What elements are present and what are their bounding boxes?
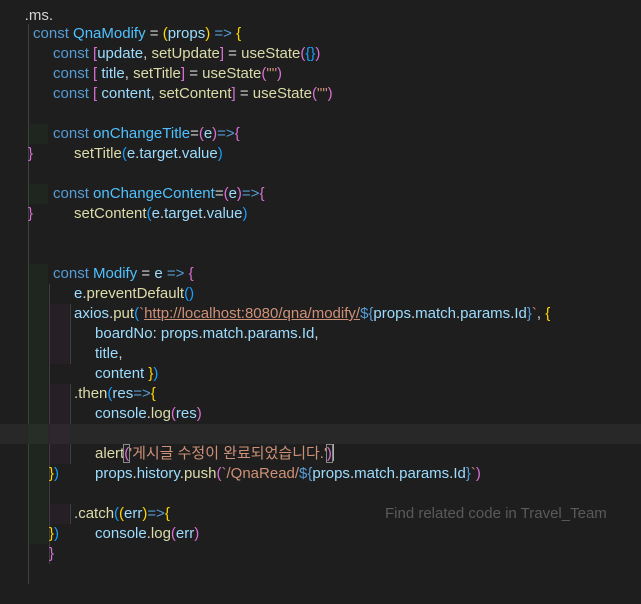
identifier: setTitle — [74, 145, 122, 162]
code-line: const Modify = e => { — [53, 265, 194, 282]
code-line: const QnaModify = (props) => { — [33, 25, 242, 42]
identifier: params — [460, 305, 511, 322]
code-line-current: alert('게시글 수정이 완료되었습니다.') Find related c… — [0, 424, 641, 522]
identifier: match — [354, 465, 395, 482]
identifier: props — [373, 305, 411, 322]
code-line: const onChangeContent=(e)=>{ — [53, 185, 265, 202]
code-line: setUpdate(res.data) — [0, 404, 228, 442]
code-line: title, — [0, 324, 123, 362]
code-line: setContent(e.target.value) — [0, 184, 247, 222]
code-line: } — [28, 205, 34, 222]
identifier: Id — [514, 305, 527, 322]
code-line: }) — [0, 464, 59, 484]
codelens-hint[interactable]: Find related code in Travel_Team — [385, 504, 607, 524]
code-line: content }) — [0, 344, 158, 382]
identifier: err — [175, 525, 195, 542]
code-editor[interactable]: .ms. const QnaModify = (props) => { cons… — [0, 0, 641, 585]
identifier: history — [136, 465, 180, 482]
identifier: match — [415, 305, 456, 322]
identifier: match — [202, 325, 244, 342]
string: "" — [317, 85, 328, 102]
code-line: setTitle(e.target.value) — [0, 124, 223, 162]
identifier: params — [399, 465, 450, 482]
identifier: value — [181, 145, 218, 162]
code-line: const onChangeTitle=(e)=>{ — [53, 125, 240, 142]
code-line: } — [49, 545, 55, 562]
code-line: e.preventDefault() — [0, 264, 194, 302]
identifier: target — [164, 205, 203, 222]
identifier: setContent — [158, 85, 232, 102]
identifier: Id — [301, 325, 315, 342]
code-line: .catch((err)=>{ — [0, 484, 170, 522]
identifier: Id — [453, 465, 466, 482]
code-line: const [ title, setTitle] = useState("") — [53, 65, 283, 82]
code-line: boardNo: props.match.params.Id, — [0, 304, 319, 342]
identifier: useState — [252, 85, 312, 102]
code-line: }) — [0, 524, 59, 544]
identifier: push — [183, 465, 217, 482]
identifier: props — [312, 465, 350, 482]
code-line: .then(res=>{ — [0, 364, 156, 402]
code-line: axios.put(`http://localhost:8080/qna/mod… — [0, 284, 550, 322]
identifier: content — [101, 85, 151, 102]
keyword: const — [53, 85, 89, 102]
identifier: value — [206, 205, 243, 222]
identifier: log — [150, 525, 171, 542]
code-line: const [ content, setContent] = useState(… — [53, 85, 333, 102]
code-line: const [update, setUpdate] = useState({}) — [53, 45, 321, 62]
identifier: props — [160, 325, 199, 342]
code-line: props.history.push(`/QnaRead/${props.mat… — [0, 444, 481, 482]
identifier: e — [151, 205, 160, 222]
string: /QnaRead/ — [226, 465, 300, 482]
identifier: setContent — [74, 205, 147, 222]
code-line: console.log(res) — [0, 384, 202, 422]
code-line: console.log(err) — [0, 504, 199, 542]
identifier: e — [126, 145, 136, 162]
identifier: target — [139, 145, 178, 162]
identifier: console — [95, 525, 147, 542]
identifier: params — [247, 325, 298, 342]
code-line: } — [28, 145, 34, 162]
identifier: props — [95, 465, 133, 482]
